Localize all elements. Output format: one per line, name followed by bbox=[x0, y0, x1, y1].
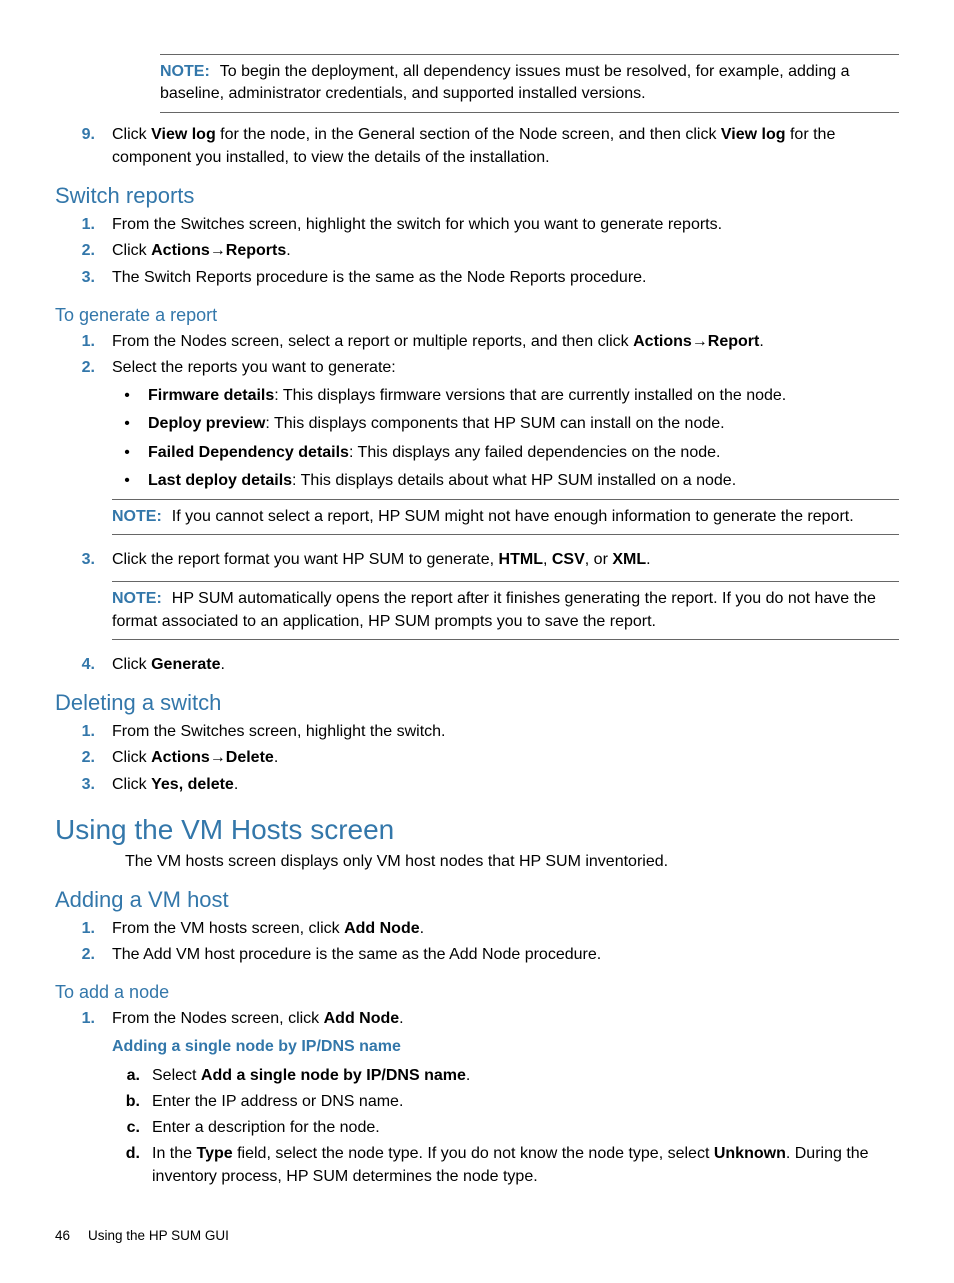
heading-add-vm-host: Adding a VM host bbox=[55, 887, 899, 913]
bullet-icon: • bbox=[112, 470, 142, 492]
generate-report-list: 1. From the Nodes screen, select a repor… bbox=[55, 330, 899, 676]
heading-vm-hosts: Using the VM Hosts screen bbox=[55, 814, 899, 846]
switch-reports-list: 1. From the Switches screen, highlight t… bbox=[55, 213, 899, 289]
note-box: NOTE: If you cannot select a report, HP S… bbox=[112, 499, 899, 535]
bullet-icon: • bbox=[112, 442, 142, 464]
single-node-steps: a. Select Add a single node by IP/DNS na… bbox=[112, 1064, 899, 1189]
delete-switch-list: 1. From the Switches screen, highlight t… bbox=[55, 720, 899, 796]
step-number: 1. bbox=[55, 917, 96, 940]
list-item: 2. Click Actions→Reports. bbox=[55, 239, 899, 262]
footer-title: Using the HP SUM GUI bbox=[88, 1228, 229, 1243]
list-item: 9. Click View log for the node, in the G… bbox=[55, 123, 899, 169]
step-number: 2. bbox=[55, 239, 96, 262]
list-item: •Deploy preview: This displays component… bbox=[112, 413, 899, 435]
list-item: 1. From the VM hosts screen, click Add N… bbox=[55, 917, 899, 940]
bullet-icon: • bbox=[112, 413, 142, 435]
list-item: c. Enter a description for the node. bbox=[112, 1116, 899, 1139]
heading-add-node: To add a node bbox=[55, 982, 899, 1003]
list-item: b. Enter the IP address or DNS name. bbox=[112, 1090, 899, 1113]
heading-delete-switch: Deleting a switch bbox=[55, 690, 899, 716]
note-text: HP SUM automatically opens the report af… bbox=[112, 590, 876, 629]
heading-generate-report: To generate a report bbox=[55, 305, 899, 326]
list-item: •Failed Dependency details: This display… bbox=[112, 442, 899, 464]
list-item: •Firmware details: This displays firmwar… bbox=[112, 385, 899, 407]
step-number: 2. bbox=[55, 746, 96, 769]
list-item: 1. From the Switches screen, highlight t… bbox=[55, 213, 899, 236]
step-letter: a. bbox=[112, 1064, 140, 1087]
list-item: 3. Click the report format you want HP S… bbox=[55, 548, 899, 650]
heading-single-node: Adding a single node by IP/DNS name bbox=[112, 1035, 899, 1058]
step-number: 1. bbox=[55, 1007, 96, 1191]
step-number: 1. bbox=[55, 213, 96, 236]
list-item: 3. Click Yes, delete. bbox=[55, 773, 899, 796]
step-number: 3. bbox=[55, 266, 96, 289]
step-number: 1. bbox=[55, 720, 96, 743]
step-number: 2. bbox=[55, 356, 96, 545]
list-item: 4. Click Generate. bbox=[55, 653, 899, 676]
step-list-continued: 9. Click View log for the node, in the G… bbox=[55, 123, 899, 169]
step-letter: b. bbox=[112, 1090, 140, 1113]
note-label: NOTE: bbox=[112, 590, 162, 607]
note-label: NOTE: bbox=[112, 508, 162, 525]
step-number: 3. bbox=[55, 548, 96, 650]
page-footer: 46 Using the HP SUM GUI bbox=[55, 1228, 899, 1243]
note-text: To begin the deployment, all dependency … bbox=[160, 63, 850, 102]
step-number: 3. bbox=[55, 773, 96, 796]
step-number: 1. bbox=[55, 330, 96, 353]
list-item: d. In the Type field, select the node ty… bbox=[112, 1142, 899, 1188]
list-item: 3. The Switch Reports procedure is the s… bbox=[55, 266, 899, 289]
step-letter: d. bbox=[112, 1142, 140, 1188]
page-number: 46 bbox=[55, 1228, 70, 1243]
heading-switch-reports: Switch reports bbox=[55, 183, 899, 209]
note-label: NOTE: bbox=[160, 63, 210, 80]
note-text: If you cannot select a report, HP SUM mi… bbox=[172, 508, 854, 525]
note-box: NOTE:HP SUM automatically opens the repo… bbox=[112, 581, 899, 640]
bullet-icon: • bbox=[112, 385, 142, 407]
step-number: 9. bbox=[55, 123, 96, 169]
report-types-list: •Firmware details: This displays firmwar… bbox=[112, 385, 899, 493]
list-item: 1. From the Switches screen, highlight t… bbox=[55, 720, 899, 743]
step-letter: c. bbox=[112, 1116, 140, 1139]
list-item: 2. Click Actions→Delete. bbox=[55, 746, 899, 769]
vm-hosts-description: The VM hosts screen displays only VM hos… bbox=[125, 850, 899, 873]
list-item: 1. From the Nodes screen, select a repor… bbox=[55, 330, 899, 353]
step-number: 2. bbox=[55, 943, 96, 966]
list-item: 1. From the Nodes screen, click Add Node… bbox=[55, 1007, 899, 1191]
list-item: 2. Select the reports you want to genera… bbox=[55, 356, 899, 545]
list-item: a. Select Add a single node by IP/DNS na… bbox=[112, 1064, 899, 1087]
step-number: 4. bbox=[55, 653, 96, 676]
list-item: 2. The Add VM host procedure is the same… bbox=[55, 943, 899, 966]
list-item: •Last deploy details: This displays deta… bbox=[112, 470, 899, 492]
add-node-list: 1. From the Nodes screen, click Add Node… bbox=[55, 1007, 899, 1191]
note-box: NOTE:To begin the deployment, all depend… bbox=[160, 54, 899, 113]
add-vm-host-list: 1. From the VM hosts screen, click Add N… bbox=[55, 917, 899, 966]
